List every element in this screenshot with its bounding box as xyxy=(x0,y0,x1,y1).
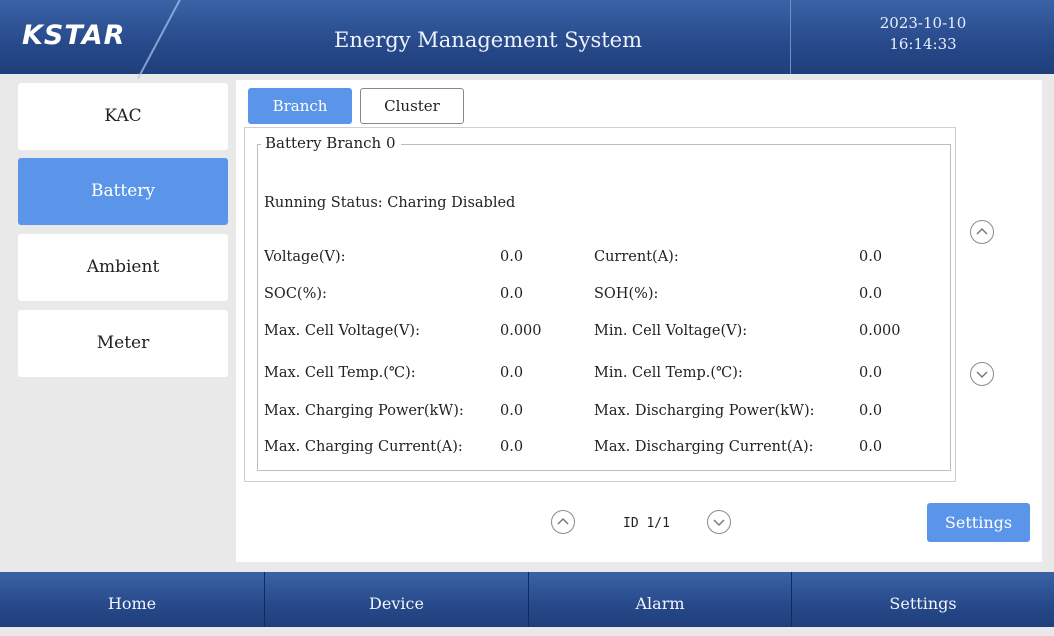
date-text: 2023-10-10 xyxy=(879,14,967,32)
soh-value: 0.0 xyxy=(859,286,883,302)
time-text: 16:14:33 xyxy=(889,35,957,53)
sidebar-item-battery[interactable]: Battery xyxy=(18,158,228,225)
max-charging-power-label: Max. Charging Power(kW): xyxy=(264,403,464,419)
sidebar-item-kac[interactable]: KAC xyxy=(18,83,228,150)
branch-panel: Battery Branch 0 Running Status: Charing… xyxy=(244,127,956,482)
max-discharging-current-label: Max. Discharging Current(A): xyxy=(594,439,814,455)
nav-settings[interactable]: Settings xyxy=(792,572,1054,627)
logo-divider xyxy=(136,0,182,80)
page-prev-button[interactable] xyxy=(551,510,575,534)
page-indicator: ID 1/1 xyxy=(623,516,670,531)
max-discharging-current-value: 0.0 xyxy=(859,439,883,455)
chevron-up-icon xyxy=(976,227,988,235)
app-title: Energy Management System xyxy=(333,28,643,52)
settings-button[interactable]: Settings xyxy=(927,503,1030,542)
header-bar: KSTAR Energy Management System 2023-10-1… xyxy=(0,0,1054,80)
current-value: 0.0 xyxy=(859,249,883,265)
scroll-down-button[interactable] xyxy=(970,362,994,386)
max-charging-current-label: Max. Charging Current(A): xyxy=(264,439,463,455)
running-status: Running Status: Charing Disabled xyxy=(264,195,516,211)
max-discharging-power-value: 0.0 xyxy=(859,403,883,419)
chevron-up-icon xyxy=(557,517,569,525)
soc-label: SOC(%): xyxy=(264,286,327,302)
sidebar-item-meter[interactable]: Meter xyxy=(18,310,228,377)
max-cell-temp-value: 0.0 xyxy=(500,365,524,381)
main-panel: Branch Cluster Battery Branch 0 Running … xyxy=(236,80,1042,562)
min-cell-voltage-value: 0.000 xyxy=(859,323,901,339)
voltage-value: 0.0 xyxy=(500,249,524,265)
max-cell-temp-label: Max. Cell Temp.(℃): xyxy=(264,365,416,381)
sidebar-item-label: Meter xyxy=(96,333,150,353)
max-cell-voltage-label: Max. Cell Voltage(V): xyxy=(264,323,420,339)
min-cell-temp-value: 0.0 xyxy=(859,365,883,381)
nav-home[interactable]: Home xyxy=(0,572,264,627)
logo-text: KSTAR xyxy=(22,20,126,51)
sidebar-item-label: Battery xyxy=(90,181,156,201)
chevron-down-icon xyxy=(976,371,988,379)
branch-legend: Battery Branch 0 xyxy=(261,134,402,152)
max-discharging-power-label: Max. Discharging Power(kW): xyxy=(594,403,815,419)
datetime-display: 2023-10-10 16:14:33 xyxy=(790,0,1054,74)
sidebar-item-ambient[interactable]: Ambient xyxy=(18,234,228,301)
max-charging-power-value: 0.0 xyxy=(500,403,524,419)
scroll-up-button[interactable] xyxy=(970,220,994,244)
sidebar-item-label: Ambient xyxy=(86,257,160,277)
nav-device[interactable]: Device xyxy=(265,572,528,627)
min-cell-voltage-label: Min. Cell Voltage(V): xyxy=(594,323,748,339)
page-next-button[interactable] xyxy=(707,510,731,534)
soc-value: 0.0 xyxy=(500,286,524,302)
sidebar-item-label: KAC xyxy=(104,106,142,126)
tab-cluster[interactable]: Cluster xyxy=(360,88,464,124)
logo: KSTAR xyxy=(0,0,200,80)
chevron-down-icon xyxy=(713,519,725,527)
soh-label: SOH(%): xyxy=(594,286,659,302)
max-cell-voltage-value: 0.000 xyxy=(500,323,542,339)
branch-fieldset xyxy=(257,144,951,471)
min-cell-temp-label: Min. Cell Temp.(℃): xyxy=(594,365,743,381)
current-label: Current(A): xyxy=(594,249,679,265)
tab-branch[interactable]: Branch xyxy=(248,88,352,124)
bottom-nav: Home Device Alarm Settings xyxy=(0,572,1054,627)
nav-alarm[interactable]: Alarm xyxy=(529,572,791,627)
voltage-label: Voltage(V): xyxy=(264,249,346,265)
max-charging-current-value: 0.0 xyxy=(500,439,524,455)
